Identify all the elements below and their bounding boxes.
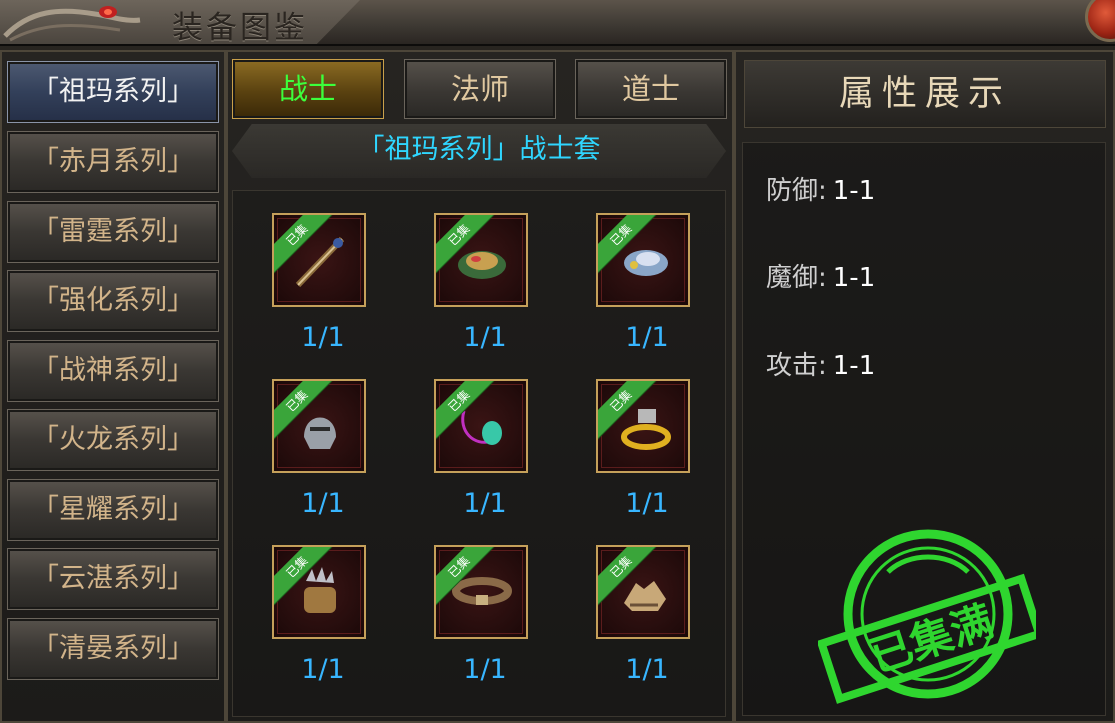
attribute-value: 1-1 <box>832 351 876 381</box>
attribute-row-magic-defense: 魔御: 1-1 <box>766 257 875 294</box>
collection-complete-stamp-icon: 已集满 <box>818 529 1036 704</box>
item-count: 1/1 <box>625 322 669 353</box>
series-button-qianghua[interactable]: 「强化系列」 <box>7 270 219 332</box>
series-button-yunzhan[interactable]: 「云湛系列」 <box>7 548 219 610</box>
series-button-zhanshen[interactable]: 「战神系列」 <box>7 340 219 402</box>
item-slot[interactable]: 已集 <box>596 545 690 639</box>
item-slot[interactable]: 已集 <box>434 545 528 639</box>
attributes-title: 属性展示 <box>838 74 1011 114</box>
tab-taoist[interactable]: 道士 <box>575 59 727 119</box>
item-slot[interactable]: 已集 <box>272 545 366 639</box>
item-slot[interactable]: 已集 <box>272 379 366 473</box>
series-button-qingyan[interactable]: 「清晏系列」 <box>7 618 219 680</box>
attribute-value: 1-1 <box>832 176 876 206</box>
attribute-row-defense: 防御: 1-1 <box>766 170 875 207</box>
item-slot[interactable]: 已集 <box>596 379 690 473</box>
close-button[interactable] <box>1085 0 1115 42</box>
attribute-row-attack: 攻击: 1-1 <box>766 345 875 382</box>
equipment-catalog-window: 装备图鉴 「祖玛系列」 「赤月系列」 「雷霆系列」 「强化系列」 「战神系列」 … <box>0 0 1115 723</box>
item-slot[interactable]: 已集 <box>434 213 528 307</box>
item-count: 1/1 <box>625 654 669 685</box>
series-button-leiting[interactable]: 「雷霆系列」 <box>7 201 219 263</box>
item-slot[interactable]: 已集 <box>596 213 690 307</box>
window-title-bar: 装备图鉴 <box>0 0 1115 46</box>
item-count: 1/1 <box>463 322 507 353</box>
attribute-label: 攻击: <box>766 351 827 381</box>
item-count: 1/1 <box>625 488 669 519</box>
set-title: 「祖玛系列」战士套 <box>357 134 601 165</box>
attribute-value: 1-1 <box>832 263 876 293</box>
item-count: 1/1 <box>463 488 507 519</box>
item-count: 1/1 <box>463 654 507 685</box>
item-count: 1/1 <box>301 654 345 685</box>
dragon-ornament-icon <box>3 6 141 42</box>
attribute-label: 防御: <box>766 176 827 206</box>
window-title: 装备图鉴 <box>172 10 308 46</box>
series-button-zuma[interactable]: 「祖玛系列」 <box>7 61 219 123</box>
series-button-chiyue[interactable]: 「赤月系列」 <box>7 131 219 193</box>
item-slot[interactable]: 已集 <box>272 213 366 307</box>
item-count: 1/1 <box>301 322 345 353</box>
tab-mage[interactable]: 法师 <box>404 59 556 119</box>
item-count: 1/1 <box>301 488 345 519</box>
series-button-huolong[interactable]: 「火龙系列」 <box>7 409 219 471</box>
series-button-xingyao[interactable]: 「星耀系列」 <box>7 479 219 541</box>
item-slot[interactable]: 已集 <box>434 379 528 473</box>
tab-warrior[interactable]: 战士 <box>232 59 384 119</box>
attribute-label: 魔御: <box>766 263 827 293</box>
